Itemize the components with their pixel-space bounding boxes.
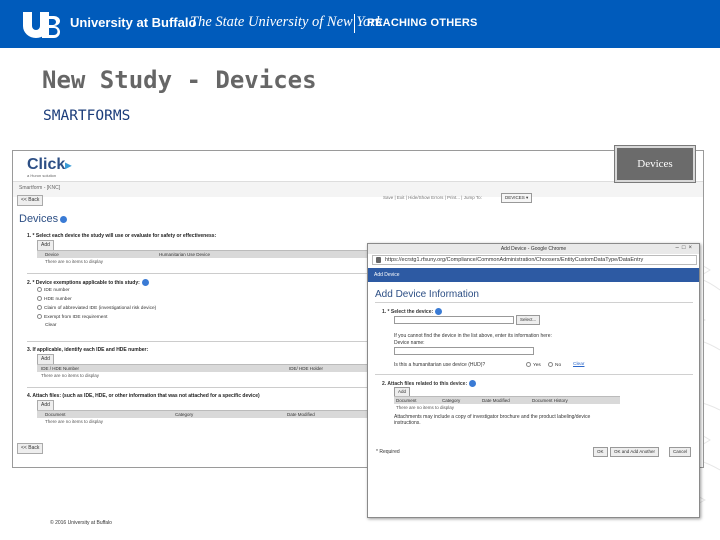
q3-empty-message: There are no items to display — [41, 373, 100, 378]
click-logo: Click▸ — [27, 156, 72, 173]
slide-subtitle: SMARTFORMS — [43, 108, 131, 124]
q3-table-header: IDE / HDE Number IDE/ HDE Holder — [37, 364, 367, 372]
ok-and-add-another-button[interactable]: OK and Add Another — [610, 447, 660, 457]
col-category: Category — [175, 412, 194, 417]
col-hud: Humanitarian Use Device — [159, 252, 211, 257]
chevron-down-icon: ▾ — [526, 195, 529, 200]
radio-icon — [37, 287, 42, 292]
back-button-bottom[interactable]: << Back — [17, 443, 44, 454]
col-ide-hde-number: IDE / HDE Number — [41, 366, 80, 371]
help-icon[interactable] — [141, 279, 149, 286]
attach-note: Attachments may include a copy of invest… — [394, 414, 591, 426]
window-controls: –□× — [676, 245, 695, 251]
add-device-popup: Add Device - Google Chrome –□× https://e… — [367, 243, 700, 518]
select-device-label: 1. * Select the device: — [382, 308, 443, 315]
popup-header-bar: Add Device — [368, 268, 699, 282]
breadcrumb: Smartform - [KNC] — [19, 185, 61, 191]
hud-clear-link[interactable]: Clear — [573, 362, 584, 367]
option-exempt[interactable]: Exempt from IDE requirement — [37, 314, 107, 320]
radio-icon — [37, 305, 42, 310]
divider — [375, 374, 693, 375]
col-document: Document — [45, 412, 66, 417]
close-icon[interactable]: × — [688, 245, 695, 251]
radio-icon — [37, 296, 42, 301]
col-device: Device — [45, 252, 59, 257]
q2-clear-link[interactable]: Clear — [45, 323, 56, 328]
device-name-label: Device name: — [394, 340, 425, 346]
lock-icon — [376, 257, 381, 263]
motto: REACHING OTHERS — [367, 17, 478, 29]
col-ide-hde-holder: IDE/ HDE Holder — [289, 366, 324, 371]
section-title: Devices — [19, 213, 68, 225]
device-select-button[interactable]: Select... — [516, 315, 541, 325]
option-hde-number[interactable]: HDE number — [37, 296, 72, 302]
radio-icon — [37, 314, 42, 319]
popup-heading: Add Device Information — [375, 289, 479, 300]
col-category: Category — [442, 398, 461, 403]
hud-question: Is this a humanitarian use device (HUD)? — [394, 362, 486, 368]
address-bar[interactable]: https://ecrstg1.rfsuny.org/Compliance/Co… — [372, 255, 697, 265]
radio-icon — [548, 362, 553, 367]
slide-title: New Study - Devices — [42, 66, 317, 94]
q4-table-header: Document Category Date Modified — [37, 410, 367, 418]
copyright-footer: © 2016 University at Buffalo — [50, 520, 112, 526]
click-logo-tagline: a Huron solution — [27, 173, 57, 178]
ub-logo-icon — [23, 12, 60, 38]
hud-no-radio[interactable]: No — [548, 362, 561, 368]
col-date-modified: Date Modified — [287, 412, 315, 417]
back-button-top[interactable]: << Back — [17, 195, 44, 206]
header-divider — [354, 14, 355, 33]
option-ide-number[interactable]: IDE number — [37, 287, 70, 293]
col-date-modified: Date Modified — [482, 398, 510, 403]
question-2-label: 2. * Device exemptions applicable to thi… — [27, 279, 149, 286]
jump-to-select[interactable]: DEVICES ▾ — [501, 193, 533, 203]
cancel-button[interactable]: Cancel — [669, 447, 692, 457]
q1-table-header: Device Humanitarian Use Device — [37, 250, 367, 258]
required-note: * Required — [376, 449, 400, 455]
brand-header: University at Buffalo The State Universi… — [0, 0, 720, 48]
col-document-history: Document History — [532, 398, 568, 403]
radio-icon — [526, 362, 531, 367]
help-icon[interactable] — [469, 380, 477, 387]
question-4-label: 4. Attach files: (such as IDE, HDE, or o… — [27, 393, 260, 399]
popup-window-title: Add Device - Google Chrome — [500, 246, 567, 252]
attach-files-label: 2. Attach files related to this device: — [382, 380, 477, 387]
click-arrow-icon: ▸ — [65, 158, 72, 172]
divider — [27, 387, 367, 388]
help-icon[interactable] — [60, 215, 68, 223]
popup-bar-label: Add Device — [374, 272, 400, 278]
divider — [27, 341, 367, 342]
q4-empty-message: There are no items to display — [45, 419, 104, 424]
attach-table-header: Document Category Date Modified Document… — [394, 396, 620, 404]
divider — [375, 302, 693, 303]
ok-button[interactable]: OK — [593, 447, 608, 457]
university-name: University at Buffalo — [70, 15, 197, 30]
device-name-input[interactable] — [394, 347, 534, 355]
col-document: Document — [396, 398, 417, 403]
form-toolbar[interactable]: Save | Exit | Hide/Show Errors | Print..… — [383, 195, 482, 200]
app-header: Click▸ a Huron solution — [13, 151, 703, 181]
devices-badge: Devices — [615, 146, 695, 182]
not-found-text: If you cannot find the device in the lis… — [394, 333, 552, 339]
hud-yes-radio[interactable]: Yes — [526, 362, 541, 368]
popup-titlebar: Add Device - Google Chrome –□× — [368, 244, 699, 254]
question-1-label: 1. * Select each device the study will u… — [27, 233, 217, 239]
option-abbreviated-ide[interactable]: Claim of abbreviated IDE (investigationa… — [37, 305, 156, 311]
device-select-input[interactable] — [394, 316, 514, 324]
q1-empty-message: There are no items to display — [45, 259, 104, 264]
divider — [27, 273, 367, 274]
breadcrumb-bar: Smartform - [KNC] — [13, 181, 703, 197]
help-icon[interactable] — [435, 308, 443, 315]
question-3-label: 3. If applicable, identify each IDE and … — [27, 347, 149, 353]
attach-empty-message: There are no items to display — [396, 405, 455, 410]
